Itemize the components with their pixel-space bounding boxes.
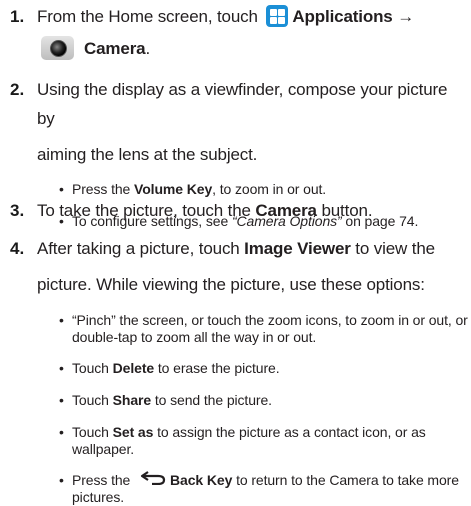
list-item: “Pinch” the screen, or touch the zoom ic… xyxy=(59,312,468,346)
step-4: 4. After taking a picture, touch Image V… xyxy=(0,234,468,506)
list-item: Touch Share to send the picture. xyxy=(59,392,468,409)
bullet-text: to return to the Camera to take more xyxy=(232,472,459,488)
bullet-bold: Volume Key xyxy=(134,181,213,197)
bullet-text: to assign the picture as a contact icon,… xyxy=(153,424,426,440)
bullet-text: wallpaper. xyxy=(72,441,135,457)
step-text-part: From the Home screen, touch xyxy=(37,7,258,26)
step-text-part: button. xyxy=(316,201,373,220)
step-1: 1. From the Home screen, touch Applicati… xyxy=(0,2,468,63)
set-as-label: Set as xyxy=(112,424,154,440)
step-number: 2. xyxy=(10,80,25,99)
step-text-line1: After taking a picture, touch Image View… xyxy=(37,234,468,263)
step-text-line2: Camera. xyxy=(41,34,468,63)
step-number: 1. xyxy=(10,7,25,26)
step-3: 3. To take the picture, touch the Camera… xyxy=(0,196,468,225)
bullet-text: to send the picture. xyxy=(151,392,272,408)
step-text-line2: aiming the lens at the subject. xyxy=(37,145,258,164)
list-item: Touch Set as to assign the picture as a … xyxy=(59,424,468,458)
image-viewer-label: Image Viewer xyxy=(244,239,351,258)
share-label: Share xyxy=(112,392,152,408)
camera-button-label: Camera xyxy=(255,201,317,220)
bullet-text: , to zoom in or out. xyxy=(212,181,327,197)
step-text: To take the picture, touch the Camera bu… xyxy=(37,196,468,225)
delete-label: Delete xyxy=(112,360,155,376)
bullet-text: Press the xyxy=(72,181,135,197)
bullet-text: “Pinch” the screen, or touch the zoom ic… xyxy=(72,312,468,328)
step-text-line2: picture. While viewing the picture, use … xyxy=(37,275,425,294)
step-text: From the Home screen, touch Applications… xyxy=(37,2,468,31)
step-text-part: to view the xyxy=(350,239,435,258)
back-arrow-icon xyxy=(140,470,166,489)
bullet-text: Touch xyxy=(72,424,113,440)
applications-grid-icon xyxy=(266,4,289,27)
bullet-text: Press the xyxy=(72,472,135,488)
applications-label: Applications → xyxy=(292,7,415,26)
step-text-part: After taking a picture, touch xyxy=(37,239,245,258)
camera-icon xyxy=(41,36,74,61)
bullet-text: to erase the picture. xyxy=(154,360,280,376)
list-item: Touch Delete to erase the picture. xyxy=(59,360,468,377)
manual-page: 1. From the Home screen, touch Applicati… xyxy=(0,0,471,505)
step-text-part: To take the picture, touch the xyxy=(37,201,256,220)
bullet-text: Touch xyxy=(72,392,113,408)
camera-label: Camera xyxy=(84,39,146,58)
step-number: 4. xyxy=(10,239,25,258)
bullet-text: Touch xyxy=(72,360,113,376)
step-text-line1: Using the display as a viewfinder, compo… xyxy=(37,80,448,128)
step-text-part: . xyxy=(145,39,151,58)
bullet-text: pictures. xyxy=(72,489,125,505)
step-number: 3. xyxy=(10,201,25,220)
back-key-label: Back Key xyxy=(170,472,233,488)
bullet-text: double-tap to zoom all the way in or out… xyxy=(72,329,317,345)
